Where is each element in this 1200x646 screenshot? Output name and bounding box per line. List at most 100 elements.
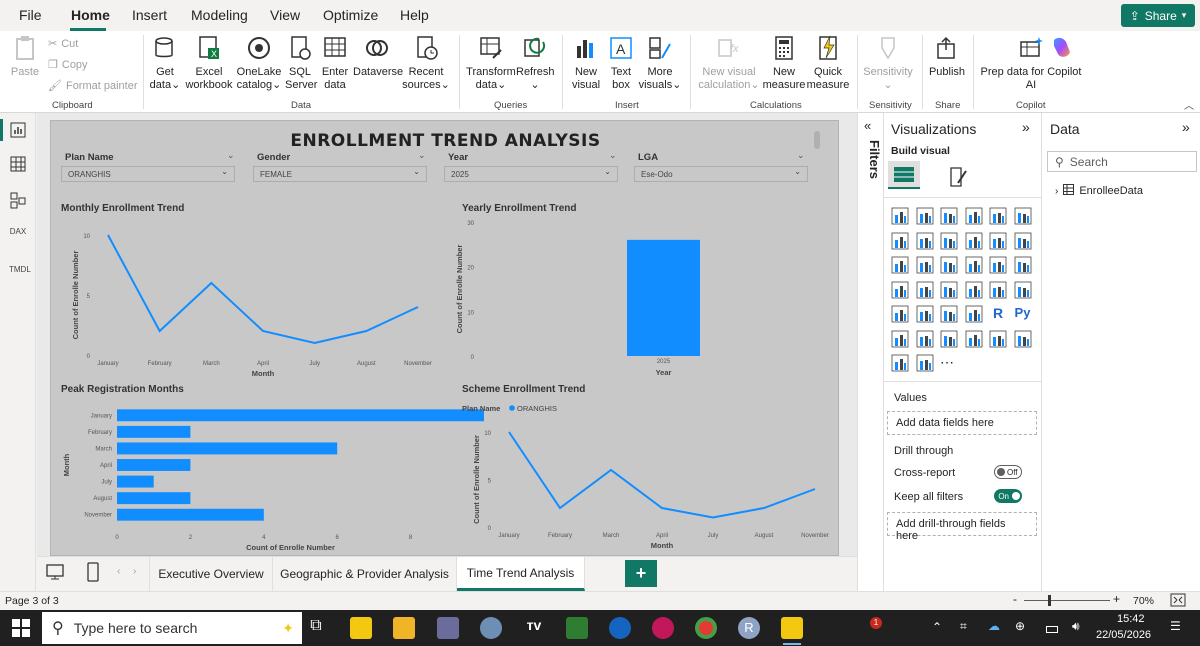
notifications-icon[interactable]: ☰ [1170,619,1181,633]
file-explorer-icon[interactable] [393,617,415,639]
treemap-visual-icon[interactable] [1014,256,1032,274]
chrome-icon[interactable] [695,617,717,639]
pie-visual-icon[interactable] [965,256,983,274]
paginated-visual-icon[interactable] [989,330,1007,348]
values-drop-well[interactable]: Add data fields here [887,411,1037,435]
get-data-button[interactable]: Get data⌄ [148,34,182,92]
qa-visual-icon[interactable] [940,330,958,348]
waterfall-visual-icon[interactable] [891,256,909,274]
zoom-out-button[interactable]: - [1013,592,1017,606]
tab-geographic-provider[interactable]: Geographic & Provider Analysis [273,557,457,591]
azure-map-visual-icon[interactable] [940,281,958,299]
format-visual-tab[interactable] [946,165,970,192]
desktop-layout-icon[interactable] [45,563,65,584]
cut-button[interactable]: ✂ Cut [48,37,78,51]
transform-data-button[interactable]: Transform data⌄ [465,34,517,92]
sensitivity-button[interactable]: Sensitivity ⌄ [862,34,914,92]
excel-workbook-button[interactable]: X Excel workbook [185,34,233,92]
new-measure-button[interactable]: New measure [762,34,806,92]
model-view-icon[interactable] [9,191,27,209]
tradingview-icon[interactable]: ᴛᴠ [523,617,545,639]
add-page-button[interactable]: + [625,560,657,587]
power-bi-icon[interactable] [781,617,803,639]
filters-label[interactable]: Filters [858,140,882,179]
r-visual-visual-icon[interactable]: R [989,305,1007,323]
funnel-visual-icon[interactable] [916,256,934,274]
paste-button[interactable]: Paste [8,34,42,79]
sticky-notes-icon[interactable] [350,617,372,639]
app-icon[interactable] [652,617,674,639]
chevron-right-icon[interactable]: › [133,566,136,577]
cross-report-toggle[interactable]: Off [994,465,1022,479]
notification-badge[interactable]: 1 [870,617,882,629]
new-visual-button[interactable]: New visual [568,34,604,92]
copilot-button[interactable] [1045,34,1079,66]
filled-map-visual-icon[interactable] [916,281,934,299]
matrix-visual-icon[interactable] [965,305,983,323]
copy-button[interactable]: ❐ Copy [48,58,88,72]
more-visual-icon[interactable]: ⋯ [940,354,958,372]
slicer-visual-icon[interactable] [916,305,934,323]
publish-button[interactable]: Publish [928,34,966,79]
mobile-layout-icon[interactable] [87,562,99,585]
image-visual-icon[interactable] [916,354,934,372]
zoom-slider-thumb[interactable] [1048,595,1051,606]
more-visuals-button[interactable]: More visuals⌄ [638,34,682,92]
kpi-visual-icon[interactable] [891,305,909,323]
power-automate-visual-icon[interactable] [891,354,909,372]
map-visual-icon[interactable] [891,281,909,299]
menu-modeling[interactable]: Modeling [191,7,248,23]
menu-file[interactable]: File [19,7,42,23]
calendar-app-icon[interactable] [437,617,459,639]
share-button[interactable]: ⇪ Share ▾ [1121,4,1195,27]
r-app-icon[interactable]: R [738,617,760,639]
dax-query-view-icon[interactable]: DAX [9,227,27,245]
menu-view[interactable]: View [270,7,300,23]
tmdl-view-icon[interactable]: TMDL [9,265,31,283]
onelake-catalog-button[interactable]: OneLake catalog⌄ [235,34,283,92]
collapse-double-chevron-icon[interactable]: « [864,118,871,133]
100-column-visual-icon[interactable] [1014,207,1032,225]
clustered-column-visual-icon[interactable] [965,207,983,225]
sql-server-button[interactable]: SQL Server [285,34,317,92]
zoom-slider-track[interactable] [1024,600,1110,601]
100-bar-visual-icon[interactable] [989,207,1007,225]
stacked-area-visual-icon[interactable] [940,232,958,250]
scatter-visual-icon[interactable] [940,256,958,274]
data-search-input[interactable]: ⚲ Search [1047,151,1197,172]
build-visual-tab[interactable] [888,161,920,189]
power-apps-visual-icon[interactable] [1014,330,1032,348]
collapse-ribbon-icon[interactable]: ︿ [1184,97,1194,112]
smart-narrative-visual-icon[interactable] [965,330,983,348]
tab-time-trend-analysis[interactable]: Time Trend Analysis [457,557,585,591]
menu-home[interactable]: Home [71,7,110,23]
decomposition-tree-visual-icon[interactable] [916,330,934,348]
enter-data-button[interactable]: Enter data [319,34,351,92]
globe-icon[interactable]: ⊕ [1015,619,1025,633]
ribbon-visual-icon[interactable] [1014,232,1032,250]
clustered-bar-visual-icon[interactable] [940,207,958,225]
recent-sources-button[interactable]: Recent sources⌄ [402,34,450,92]
zoom-in-button[interactable]: + [1113,592,1120,606]
task-view-icon[interactable]: ⧉ [305,617,327,639]
line-visual-icon[interactable] [891,232,909,250]
drill-through-drop-well[interactable]: Add drill-through fields here [887,512,1037,542]
keep-all-filters-toggle[interactable]: On [994,489,1022,503]
filters-pane[interactable]: « [857,113,883,591]
gauge-visual-icon[interactable] [965,281,983,299]
card-visual-icon[interactable] [989,281,1007,299]
menu-insert[interactable]: Insert [132,7,167,23]
quick-measure-button[interactable]: Quick measure [806,34,850,92]
menu-help[interactable]: Help [400,7,429,23]
line-stacked-column-visual-icon[interactable] [989,232,1007,250]
area-visual-icon[interactable] [916,232,934,250]
windows-start-icon[interactable] [12,619,30,640]
format-painter-button[interactable]: 🖌 Format painter [48,79,138,93]
tray-icon[interactable]: ⌗ [960,619,967,634]
fit-to-page-icon[interactable] [1170,593,1186,610]
donut-visual-icon[interactable] [989,256,1007,274]
report-view-icon[interactable] [9,121,27,139]
vpn-lock-icon[interactable] [566,617,588,639]
multi-row-card-visual-icon[interactable] [1014,281,1032,299]
table-item-enrolleedata[interactable]: › EnrolleeData [1055,184,1143,198]
